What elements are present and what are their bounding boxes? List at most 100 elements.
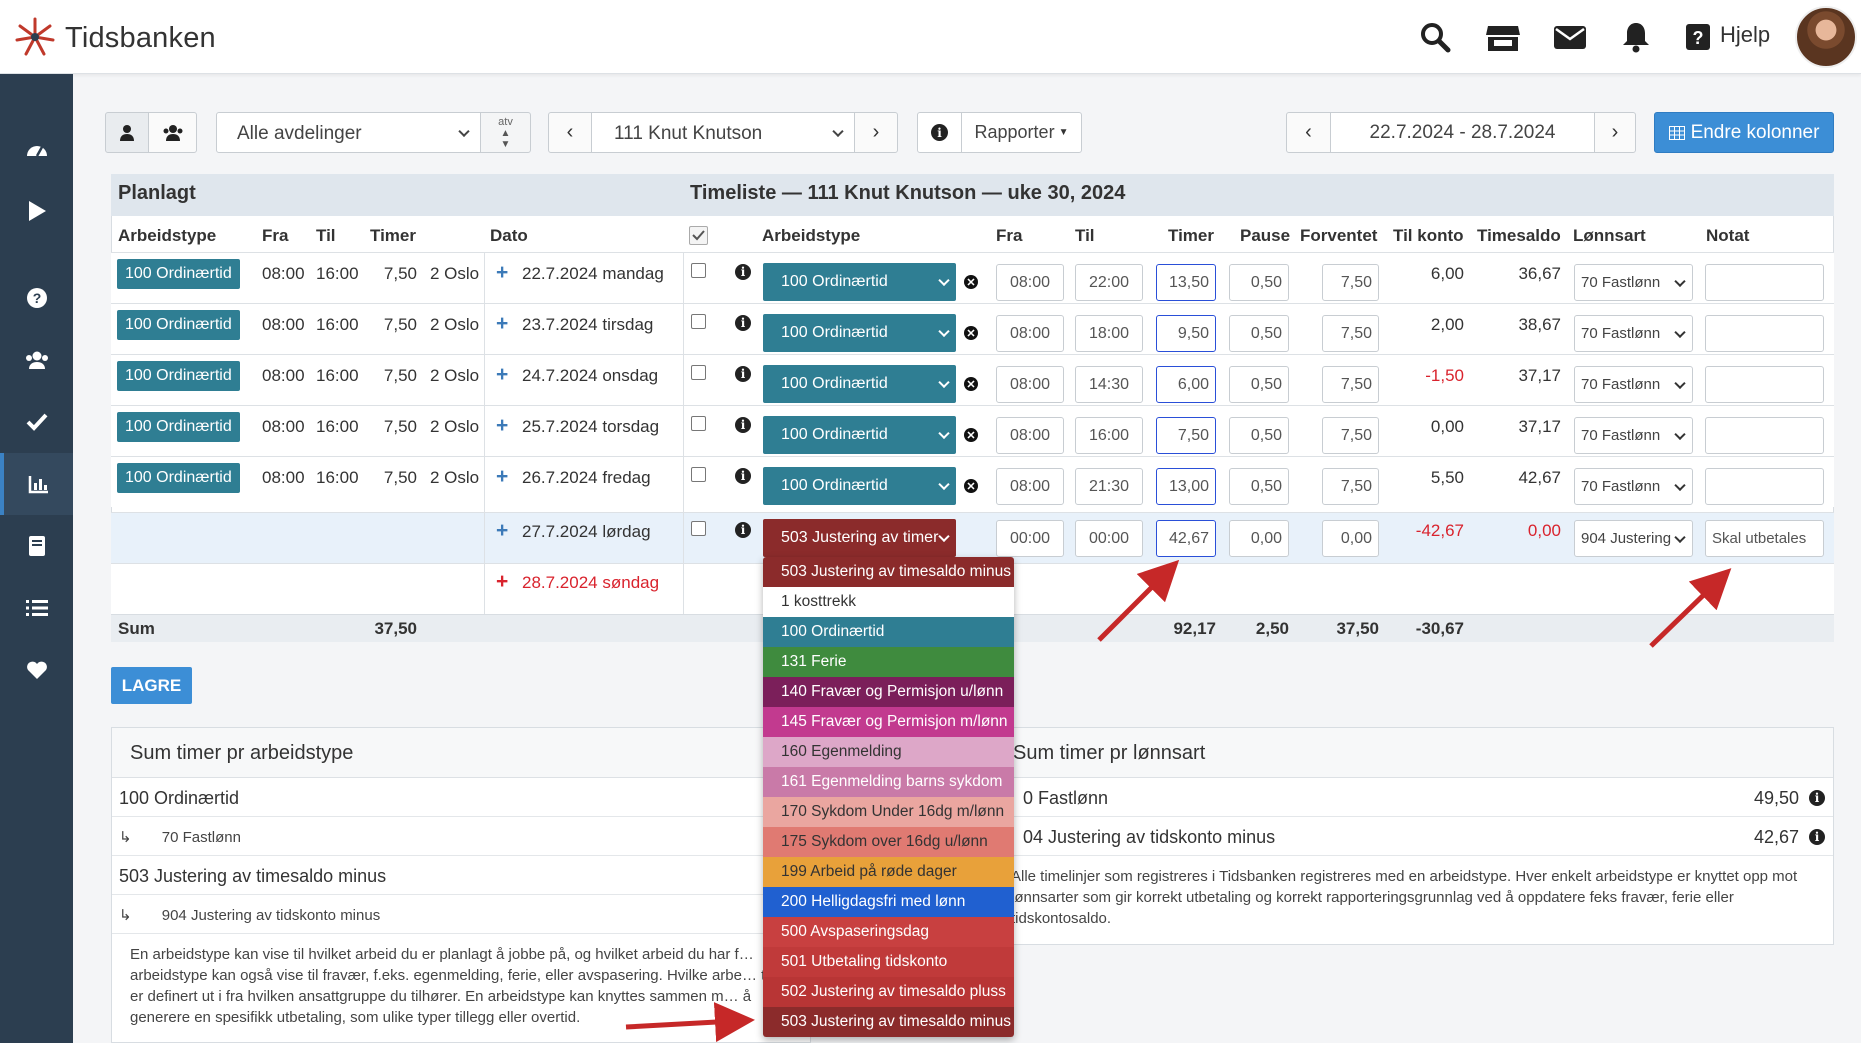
expected-input[interactable]: 7,50 (1322, 468, 1379, 505)
clear-worktype-icon[interactable]: ✕ (964, 428, 978, 442)
from-input[interactable]: 08:00 (996, 315, 1064, 352)
dropdown-item[interactable]: 140 Fravær og Permisjon u/lønn (763, 677, 1014, 707)
worktype-select[interactable]: 503 Justering av timer (763, 519, 956, 557)
wage-type-select[interactable]: 904 Justering (1574, 520, 1693, 557)
sidebar-dashboard[interactable] (0, 118, 73, 180)
date-range-picker[interactable]: 22.7.2024 - 28.7.2024 (1330, 112, 1595, 153)
info-icon[interactable]: i (735, 417, 751, 433)
clear-worktype-icon[interactable]: ✕ (964, 377, 978, 391)
from-input[interactable]: 08:00 (996, 468, 1064, 505)
app-name[interactable]: Tidsbanken (65, 22, 216, 55)
dropdown-item[interactable]: 199 Arbeid på røde dager (763, 857, 1014, 887)
reports-dropdown-button[interactable]: Rapporter ▼ (961, 112, 1082, 153)
next-employee-button[interactable]: › (854, 112, 898, 153)
info-icon[interactable]: i (735, 522, 751, 538)
to-input[interactable]: 16:00 (1075, 417, 1143, 454)
expected-input[interactable]: 7,50 (1322, 366, 1379, 403)
mail-icon[interactable] (1553, 20, 1587, 54)
sidebar-users[interactable] (0, 329, 73, 391)
to-input[interactable]: 22:00 (1075, 264, 1143, 301)
dropdown-item[interactable]: 500 Avspaseringsdag (763, 917, 1014, 947)
clear-worktype-icon[interactable]: ✕ (964, 479, 978, 493)
row-checkbox[interactable] (691, 365, 706, 380)
pause-input[interactable]: 0,50 (1229, 366, 1289, 403)
user-avatar[interactable] (1795, 6, 1857, 68)
wage-type-select[interactable]: 70 Fastlønn (1574, 468, 1693, 505)
next-week-button[interactable]: › (1594, 112, 1636, 153)
help-link[interactable]: Hjelp (1720, 22, 1770, 48)
hours-input[interactable]: 42,67 (1156, 520, 1216, 557)
atv-toggle[interactable]: atv ▲ ▼ (480, 112, 531, 153)
from-input[interactable]: 00:00 (996, 520, 1064, 557)
note-input[interactable] (1705, 264, 1824, 301)
note-input[interactable] (1705, 468, 1824, 505)
store-icon[interactable] (1485, 20, 1521, 54)
wage-type-select[interactable]: 70 Fastlønn (1574, 264, 1693, 301)
dropdown-item[interactable]: 131 Ferie (763, 647, 1014, 677)
hours-input[interactable]: 9,50 (1156, 315, 1216, 352)
dropdown-item[interactable]: 501 Utbetaling tidskonto (763, 947, 1014, 977)
sidebar-book[interactable] (0, 515, 73, 577)
dropdown-item[interactable]: 145 Fravær og Permisjon m/lønn (763, 707, 1014, 737)
sidebar-reports[interactable] (0, 453, 73, 515)
dropdown-item[interactable]: 170 Sykdom Under 16dg m/lønn (763, 797, 1014, 827)
wage-type-select[interactable]: 70 Fastlønn (1574, 366, 1693, 403)
sidebar-favorites[interactable] (0, 639, 73, 701)
worktype-select[interactable]: 100 Ordinærtid (763, 365, 956, 403)
hours-input[interactable]: 6,00 (1156, 366, 1216, 403)
prev-employee-button[interactable]: ‹ (548, 112, 592, 153)
add-line-icon[interactable]: + (496, 363, 508, 387)
worktype-select[interactable]: 100 Ordinærtid (763, 314, 956, 352)
add-line-icon[interactable]: + (496, 261, 508, 285)
note-input[interactable]: Skal utbetales (1705, 520, 1824, 557)
dropdown-item[interactable]: 200 Helligdagsfri med lønn (763, 887, 1014, 917)
bell-icon[interactable] (1619, 20, 1653, 54)
sidebar-help[interactable]: ? (0, 267, 73, 329)
to-input[interactable]: 00:00 (1075, 520, 1143, 557)
info-button[interactable]: i (917, 112, 962, 153)
hours-input[interactable]: 13,50 (1156, 264, 1216, 301)
expected-input[interactable]: 7,50 (1322, 315, 1379, 352)
row-checkbox[interactable] (691, 314, 706, 329)
note-input[interactable] (1705, 417, 1824, 454)
dropdown-item[interactable]: 502 Justering av timesaldo pluss (763, 977, 1014, 1007)
clear-worktype-icon[interactable]: ✕ (964, 326, 978, 340)
pause-input[interactable]: 0,50 (1229, 417, 1289, 454)
dropdown-item[interactable]: 503 Justering av timesaldo minus (763, 557, 1014, 587)
pause-input[interactable]: 0,50 (1229, 264, 1289, 301)
hours-input[interactable]: 7,50 (1156, 417, 1216, 454)
add-line-icon[interactable]: + (496, 312, 508, 336)
wage-type-select[interactable]: 70 Fastlønn (1574, 315, 1693, 352)
expected-input[interactable]: 7,50 (1322, 264, 1379, 301)
single-user-view-button[interactable] (105, 112, 149, 153)
save-button[interactable]: LAGRE (111, 667, 192, 704)
pause-input[interactable]: 0,00 (1229, 520, 1289, 557)
dropdown-item[interactable]: 1 kosttrekk (763, 587, 1014, 617)
to-input[interactable]: 21:30 (1075, 468, 1143, 505)
search-icon[interactable] (1418, 20, 1452, 54)
dropdown-item[interactable]: 161 Egenmelding barns sykdom (763, 767, 1014, 797)
group-view-button[interactable] (148, 112, 197, 153)
worktype-select[interactable]: 100 Ordinærtid (763, 416, 956, 454)
row-checkbox[interactable] (691, 521, 706, 536)
row-checkbox[interactable] (691, 263, 706, 278)
add-line-icon[interactable]: + (496, 414, 508, 438)
pause-input[interactable]: 0,50 (1229, 468, 1289, 505)
dropdown-item[interactable]: 160 Egenmelding (763, 737, 1014, 767)
note-input[interactable] (1705, 315, 1824, 352)
to-input[interactable]: 18:00 (1075, 315, 1143, 352)
sidebar-play[interactable] (0, 180, 73, 242)
expected-input[interactable]: 0,00 (1322, 520, 1379, 557)
clear-worktype-icon[interactable]: ✕ (964, 275, 978, 289)
expected-input[interactable]: 7,50 (1322, 417, 1379, 454)
worktype-select[interactable]: 100 Ordinærtid (763, 263, 956, 301)
add-line-icon[interactable]: + (496, 519, 508, 543)
hours-input[interactable]: 13,00 (1156, 468, 1216, 505)
from-input[interactable]: 08:00 (996, 264, 1064, 301)
add-line-icon[interactable]: + (496, 465, 508, 489)
sidebar-approve[interactable] (0, 391, 73, 453)
note-input[interactable] (1705, 366, 1824, 403)
row-checkbox[interactable] (691, 416, 706, 431)
row-checkbox[interactable] (691, 467, 706, 482)
employee-select[interactable]: 111 Knut Knutson (591, 112, 855, 153)
